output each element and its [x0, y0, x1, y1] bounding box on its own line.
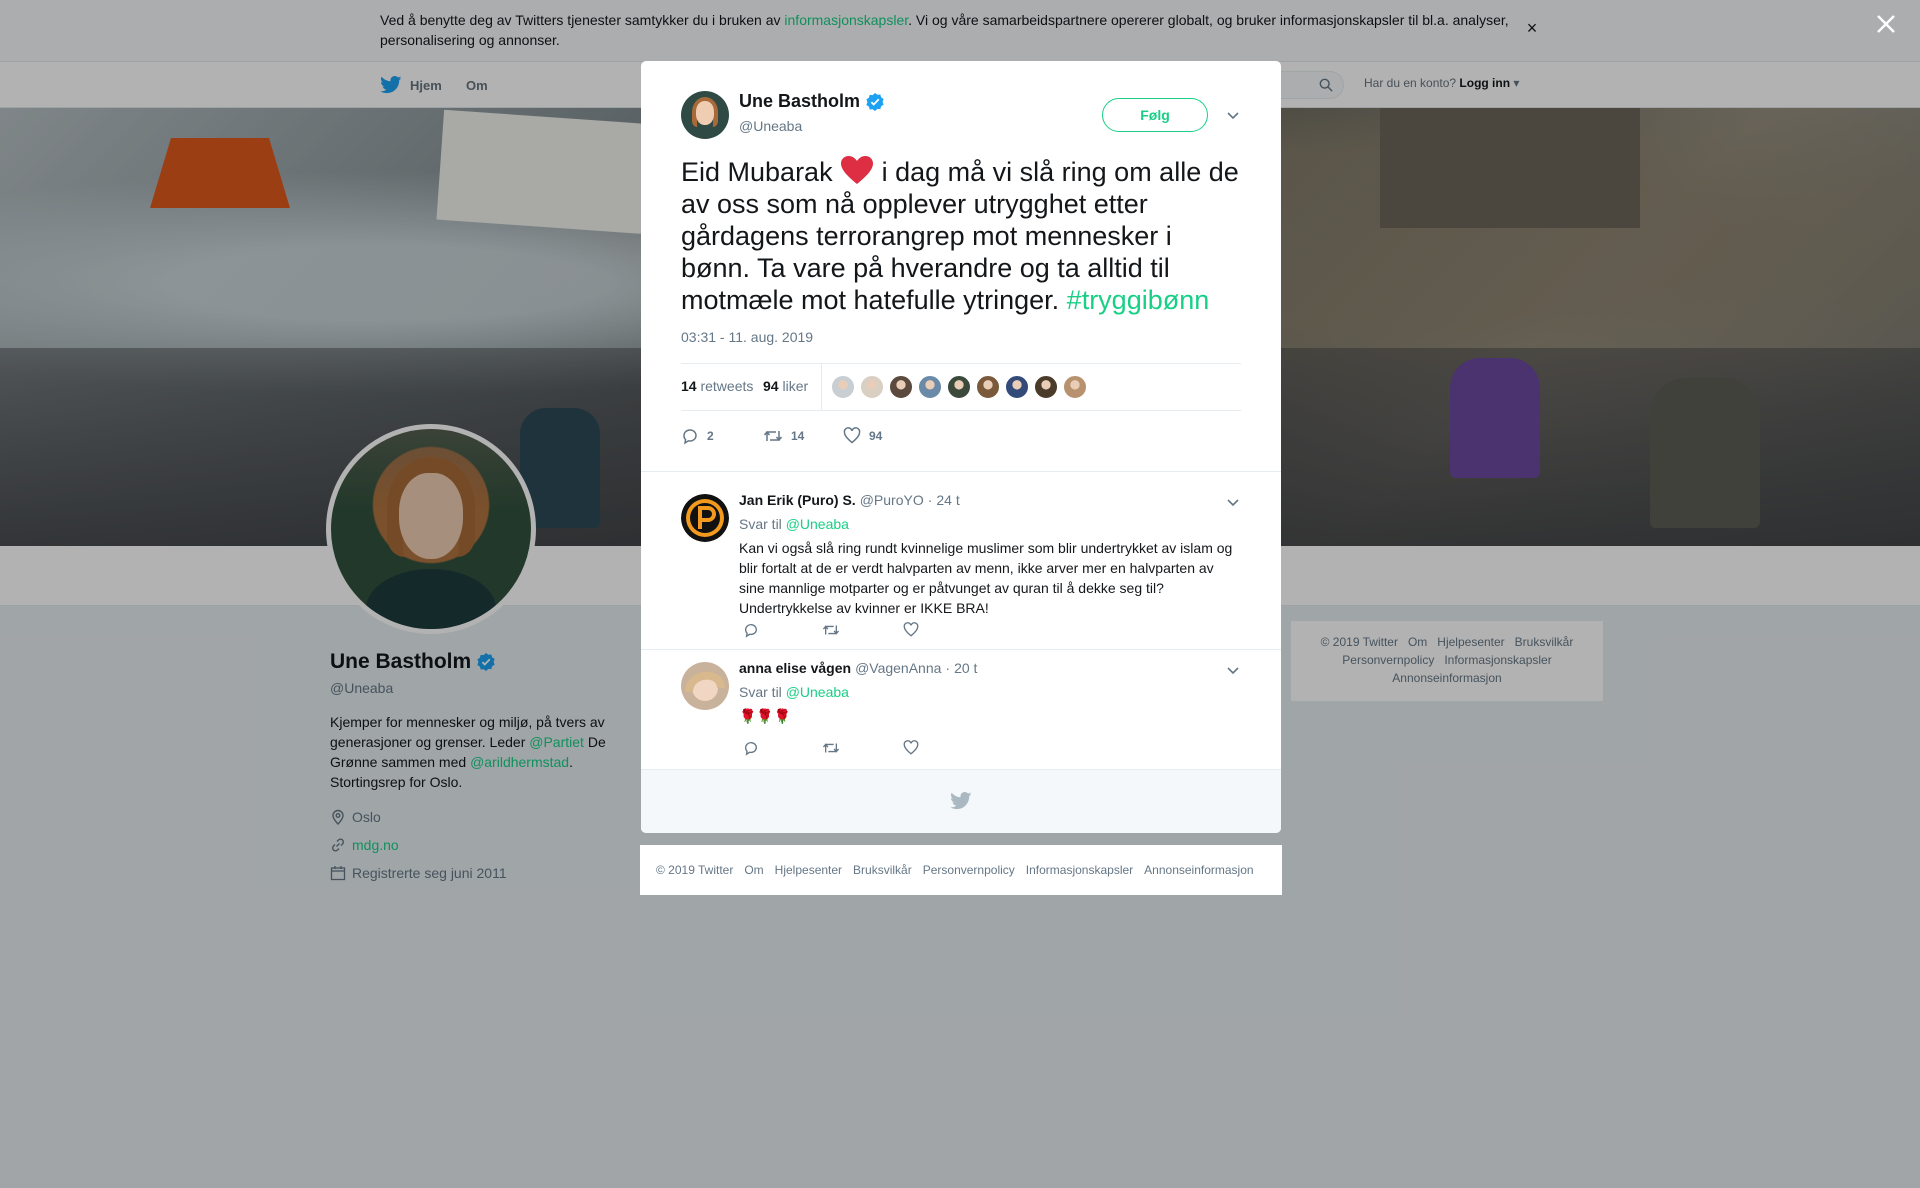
like-button[interactable]: 94: [843, 421, 882, 451]
reply-time[interactable]: 20 t: [954, 660, 977, 676]
retweet-icon[interactable]: [821, 740, 841, 761]
tweet-text: Eid Mubarak i dag må vi slå ring om alle…: [681, 155, 1241, 316]
separator-dot: ·: [945, 660, 951, 676]
bottom-footer: © 2019 Twitter Om Hjelpesenter Bruksvilk…: [640, 845, 1282, 895]
retweets-count: 14: [681, 378, 697, 394]
reply-item[interactable]: Jan Erik (Puro) S. @PuroYO · 24 t Svar t…: [641, 471, 1281, 649]
reply-icon[interactable]: [743, 740, 759, 761]
chevron-down-icon[interactable]: [1225, 494, 1241, 510]
retweet-icon[interactable]: [821, 622, 841, 643]
chevron-down-icon[interactable]: [1225, 107, 1241, 123]
twitter-bird-icon: [950, 792, 972, 810]
retweet-icon: [763, 430, 783, 442]
footer-link[interactable]: Personvernpolicy: [923, 863, 1015, 877]
red-heart-emoji-icon: [841, 156, 874, 184]
reply-header: anna elise vågen @VagenAnna · 20 t: [739, 660, 977, 676]
verified-badge-icon: [866, 92, 884, 111]
reply-button[interactable]: 2: [681, 421, 714, 451]
reply-actions: [739, 622, 939, 642]
footer-link[interactable]: Om: [744, 863, 763, 877]
tweet-author-name-row: Une Bastholm: [739, 91, 884, 112]
liker-avatar[interactable]: [918, 375, 942, 399]
liker-avatar[interactable]: [947, 375, 971, 399]
likes-stat[interactable]: 94 liker: [763, 378, 808, 394]
replying-to: Svar til @Uneaba: [739, 684, 849, 700]
liker-avatar[interactable]: [976, 375, 1000, 399]
tweet-text-part: Eid Mubarak: [681, 157, 841, 187]
footer-link[interactable]: Informasjonskapsler: [1026, 863, 1133, 877]
reply-item[interactable]: anna elise vågen @VagenAnna · 20 t Svar …: [641, 649, 1281, 769]
reply-avatar[interactable]: [681, 662, 729, 710]
reply-text: Kan vi også slå ring rundt kvinnelige mu…: [739, 540, 1233, 616]
replying-to-label: Svar til: [739, 684, 782, 700]
liker-avatar[interactable]: [831, 375, 855, 399]
tweet-actions: 2 14 94: [681, 421, 1241, 451]
tweet-timestamp[interactable]: 03:31 - 11. aug. 2019: [681, 329, 813, 345]
likes-label: liker: [782, 378, 809, 394]
retweets-stat[interactable]: 14 retweets: [681, 378, 753, 394]
reply-count: 2: [707, 429, 714, 443]
reply-icon: [683, 429, 697, 445]
reply-avatar[interactable]: [681, 494, 729, 542]
replying-to-handle[interactable]: @Uneaba: [786, 684, 849, 700]
heart-icon[interactable]: [903, 740, 919, 761]
reply-author-name[interactable]: anna elise vågen: [739, 660, 851, 676]
retweets-label: retweets: [700, 378, 754, 394]
footer-copyright: © 2019 Twitter: [656, 863, 734, 877]
reply-text: 🌹🌹🌹: [739, 708, 792, 724]
reply-author-name[interactable]: Jan Erik (Puro) S.: [739, 492, 856, 508]
modal-footer: [641, 769, 1281, 833]
separator-dot: ·: [927, 492, 933, 508]
liker-avatar[interactable]: [1034, 375, 1058, 399]
retweet-button[interactable]: 14: [763, 421, 804, 451]
liker-avatar[interactable]: [1063, 375, 1087, 399]
liker-avatar[interactable]: [860, 375, 884, 399]
replying-to-label: Svar til: [739, 516, 782, 532]
tweet-author-handle[interactable]: @Uneaba: [739, 118, 802, 134]
follow-button[interactable]: Følg: [1102, 98, 1208, 132]
reply-actions: [739, 740, 939, 760]
footer-link[interactable]: Annonseinformasjon: [1144, 863, 1253, 877]
tweet-stats: 14 retweets 94 liker: [681, 363, 1241, 411]
reply-author-handle[interactable]: @VagenAnna: [855, 660, 941, 676]
tweet-modal: Une Bastholm @Uneaba Følg Eid Mubarak i …: [641, 61, 1281, 833]
tweet-author-name[interactable]: Une Bastholm: [739, 91, 860, 112]
replying-to-handle[interactable]: @Uneaba: [786, 516, 849, 532]
replying-to: Svar til @Uneaba: [739, 516, 849, 532]
chevron-down-icon[interactable]: [1225, 662, 1241, 678]
stats-divider: [821, 364, 822, 410]
heart-icon[interactable]: [903, 622, 919, 643]
likes-count: 94: [763, 378, 779, 394]
liker-avatar[interactable]: [1005, 375, 1029, 399]
reply-icon[interactable]: [743, 622, 759, 643]
footer-link[interactable]: Hjelpesenter: [775, 863, 842, 877]
hashtag-link[interactable]: #tryggibønn: [1067, 285, 1210, 315]
reply-header: Jan Erik (Puro) S. @PuroYO · 24 t: [739, 492, 960, 508]
liker-avatar[interactable]: [889, 375, 913, 399]
retweet-count: 14: [791, 429, 805, 443]
reply-author-handle[interactable]: @PuroYO: [860, 492, 924, 508]
tweet-header: Une Bastholm @Uneaba Følg: [681, 91, 1241, 141]
footer-link[interactable]: Bruksvilkår: [853, 863, 912, 877]
heart-icon: [843, 427, 861, 444]
close-icon[interactable]: [1874, 12, 1898, 36]
reply-time[interactable]: 24 t: [936, 492, 959, 508]
like-count: 94: [869, 429, 883, 443]
liker-avatars: [831, 375, 1087, 399]
tweet-author-avatar[interactable]: [681, 91, 729, 139]
